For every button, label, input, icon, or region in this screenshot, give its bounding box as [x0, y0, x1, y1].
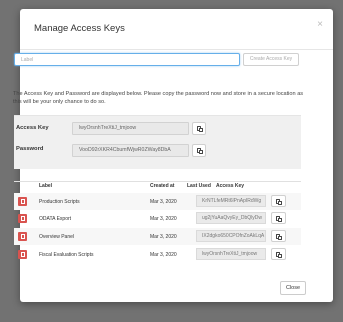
trash-icon [20, 251, 25, 257]
header-label: Label [39, 183, 53, 189]
access-key-label: Access Key [16, 125, 49, 131]
row-label: Overview Panel [39, 234, 75, 240]
row-access-key[interactable]: KrNTLfeMRt6lPnApIRdWg [196, 195, 266, 207]
credentials-panel: Access Key lwyOrsnhTreXtiJ_tmjoow Passwo… [14, 115, 301, 169]
copy-row-key-button[interactable] [271, 230, 286, 242]
password-notice: The Access Key and Password are displaye… [13, 91, 304, 106]
trash-icon [20, 233, 25, 239]
access-key-field[interactable]: lwyOrsnhTreXtiJ_tmjoow [72, 122, 189, 135]
row-created: Mar 3, 2020 [150, 252, 177, 258]
modal-header: Manage Access Keys × [20, 9, 333, 50]
copy-access-key-button[interactable] [192, 122, 206, 135]
delete-button[interactable] [18, 197, 27, 206]
create-access-key-button[interactable]: Create Access Key [243, 53, 299, 66]
modal-title: Manage Access Keys [34, 23, 125, 34]
copy-row-key-button[interactable] [271, 248, 286, 260]
copy-row-key-button[interactable] [271, 195, 286, 207]
password-label: Password [16, 146, 44, 152]
copy-row-key-button[interactable] [271, 212, 286, 224]
delete-button[interactable] [18, 214, 27, 223]
row-access-key[interactable]: ug2jYuAaQvyEy_DbQlyDw [196, 212, 266, 224]
row-created: Mar 3, 2020 [150, 216, 177, 222]
delete-button[interactable] [18, 232, 27, 241]
row-access-key[interactable]: lwyOrsnhTreXtiJ_tmjoow [196, 248, 266, 260]
label-input[interactable] [14, 53, 240, 66]
delete-button[interactable] [18, 250, 27, 259]
trash-icon [20, 215, 25, 221]
close-button[interactable]: Close [280, 281, 306, 295]
row-access-key[interactable]: IX2dgko650CPOfnZoAkLqA [196, 230, 266, 242]
row-created: Mar 3, 2020 [150, 234, 177, 240]
row-label: Production Scripts [39, 199, 80, 205]
header-access-key: Access Key [216, 183, 245, 189]
password-field[interactable]: VooD92rXKR4CbumfWjwR0ZWay8DbA [72, 144, 189, 157]
trash-icon [20, 198, 25, 204]
close-icon[interactable]: × [317, 20, 323, 30]
header-last-used: Last Used [187, 183, 211, 189]
row-created: Mar 3, 2020 [150, 199, 177, 205]
header-created-at: Created at [150, 183, 175, 189]
row-label: Fiscal Evaluation Scripts [39, 252, 94, 258]
copy-password-button[interactable] [192, 144, 206, 157]
row-label: ODATA Export [39, 216, 72, 222]
